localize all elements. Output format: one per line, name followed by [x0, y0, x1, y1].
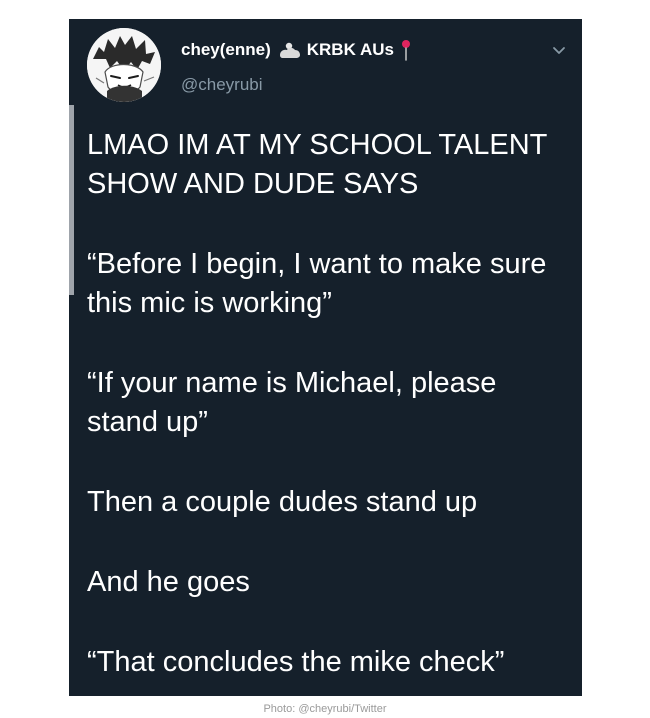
- tweet-paragraph: Then a couple dudes stand up: [87, 486, 478, 518]
- display-name-row[interactable]: chey(enne) KRBK AUs: [181, 39, 412, 61]
- display-name[interactable]: chey(enne): [181, 40, 271, 60]
- red-pushpin-icon: [400, 39, 412, 61]
- scroll-indicator[interactable]: [69, 105, 74, 295]
- tweet-paragraph: LMAO IM AT MY SCHOOL TALENT SHOW AND DUD…: [87, 129, 547, 200]
- cloud-person-icon: [277, 41, 301, 59]
- tweet-paragraph: “That concludes the mike check”: [87, 646, 505, 678]
- tweet-card: chey(enne) KRBK AUs @cheyrubi LMAO IM AT…: [69, 19, 582, 696]
- tweet-paragraph: “Before I begin, I want to make sure thi…: [87, 248, 547, 319]
- anime-avatar-icon: [87, 28, 161, 102]
- photo-credit: Photo: @cheyrubi/Twitter: [263, 703, 387, 715]
- name-suffix: KRBK AUs: [306, 40, 394, 59]
- tweet-text: LMAO IM AT MY SCHOOL TALENT SHOW AND DUD…: [87, 126, 572, 682]
- page: chey(enne) KRBK AUs @cheyrubi LMAO IM AT…: [0, 0, 650, 718]
- profile-avatar[interactable]: [87, 28, 161, 102]
- tweet-paragraph: And he goes: [87, 566, 250, 598]
- tweet-paragraph: “If your name is Michael, please stand u…: [87, 367, 497, 438]
- user-handle[interactable]: @cheyrubi: [181, 75, 263, 95]
- chevron-down-icon[interactable]: [550, 41, 568, 59]
